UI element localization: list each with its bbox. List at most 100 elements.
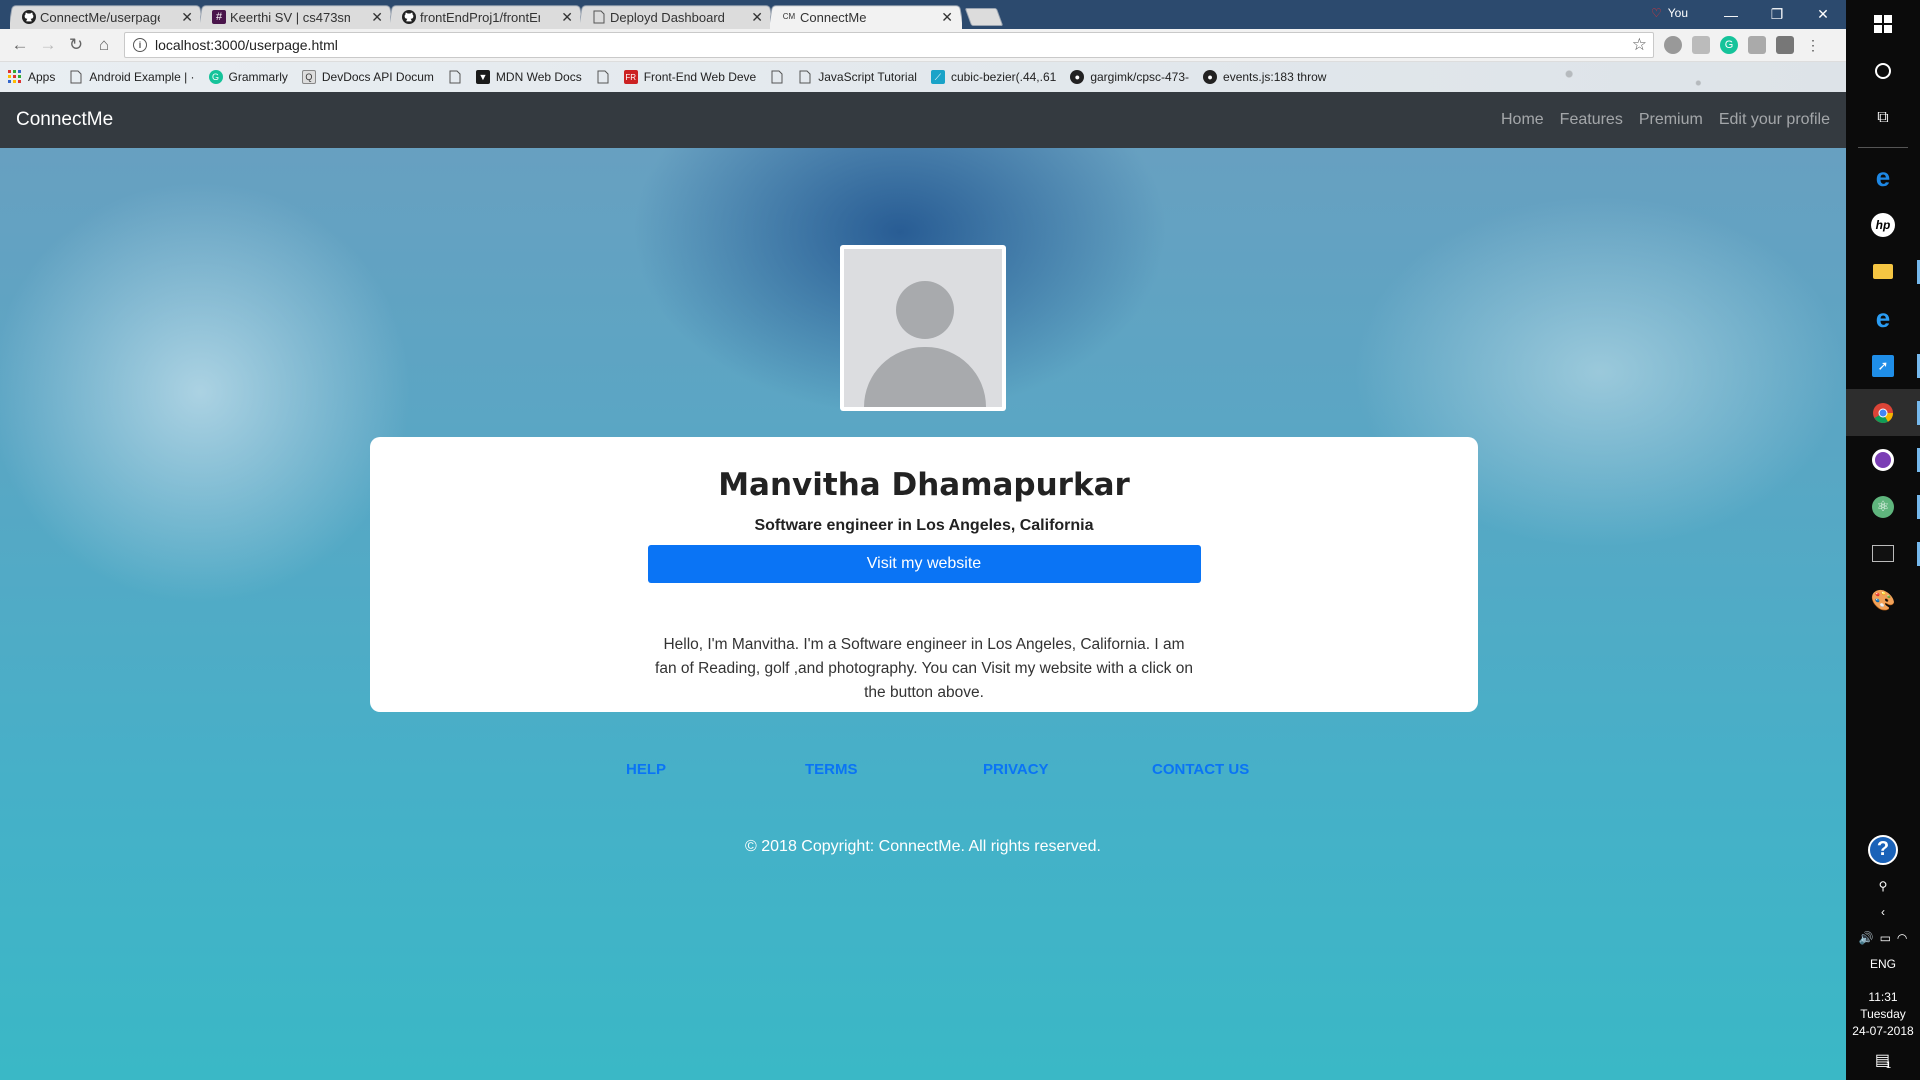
tab-connectme-userpage-js[interactable]: ConnectMe/userpage.js a ✕ — [10, 5, 202, 29]
menu-icon[interactable]: ⋮ — [1804, 36, 1822, 54]
bookmark-apps[interactable]: Apps — [8, 70, 55, 84]
people-icon[interactable]: ⚲ — [1879, 879, 1888, 893]
address-bar[interactable]: i localhost:3000/userpage.html ☆ — [124, 32, 1654, 58]
site-navbar: ConnectMe Home Features Premium Edit you… — [0, 92, 1846, 148]
fr-icon: FR — [623, 70, 638, 84]
info-icon[interactable]: i — [133, 38, 147, 52]
close-icon[interactable]: ✕ — [751, 9, 763, 26]
minimize-button[interactable]: — — [1708, 0, 1754, 29]
restore-button[interactable]: ❐ — [1754, 0, 1800, 29]
atom-icon: ⚛ — [1872, 495, 1894, 518]
bookmark-mdn[interactable]: ▼ MDN Web Docs — [475, 70, 582, 84]
reload-button[interactable]: ↻ — [62, 31, 90, 59]
extension-icon[interactable] — [1692, 36, 1710, 54]
apps-icon — [8, 70, 22, 84]
bookmark-android-example[interactable]: Android Example | · — [69, 70, 195, 84]
clock-day: Tuesday — [1860, 1007, 1906, 1021]
taskbar-app[interactable]: ➚ — [1846, 342, 1920, 389]
tab-connectme[interactable]: CM ConnectMe ✕ — [770, 5, 962, 29]
window-controls: — ❐ ✕ — [1708, 0, 1846, 29]
extension-icon[interactable] — [1776, 36, 1794, 54]
start-button[interactable] — [1846, 0, 1920, 47]
bookmark-cubic-bezier[interactable]: ⟋ cubic-bezier(.44,.61 — [930, 70, 1056, 84]
nav-premium[interactable]: Premium — [1639, 111, 1703, 129]
taskbar-ie[interactable]: e — [1846, 295, 1920, 342]
new-tab-button[interactable] — [964, 8, 1004, 26]
extension-icon[interactable] — [1664, 36, 1682, 54]
battery-icon[interactable]: ▭ — [1880, 931, 1891, 945]
grammarly-icon[interactable]: G — [1720, 36, 1738, 54]
nav-home[interactable]: Home — [1501, 111, 1544, 129]
visit-website-button[interactable]: Visit my website — [647, 545, 1201, 583]
brand-link[interactable]: ConnectMe — [16, 109, 113, 131]
bookmark-label: Apps — [28, 70, 56, 84]
action-center-button[interactable]: ▤ 1 — [1846, 1040, 1920, 1080]
footer-privacy-link[interactable]: PRIVACY — [983, 761, 1049, 778]
devdocs-icon: Q — [301, 70, 316, 84]
forward-button[interactable]: → — [34, 31, 62, 59]
clock-date: 24-07-2018 — [1852, 1024, 1914, 1038]
language-indicator[interactable]: ENG — [1870, 957, 1896, 971]
close-icon[interactable]: ✕ — [181, 9, 193, 26]
close-window-button[interactable]: ✕ — [1800, 0, 1846, 29]
volume-icon[interactable]: 🔊 — [1859, 931, 1874, 945]
footer-help-link[interactable]: HELP — [626, 761, 666, 778]
bookmark-gargimk[interactable]: ● gargimk/cpsc-473- — [1070, 70, 1189, 84]
search-button[interactable] — [1846, 47, 1920, 94]
clock-time: 11:31 — [1868, 990, 1898, 1004]
clock[interactable]: 11:31 Tuesday 24-07-2018 — [1852, 989, 1913, 1040]
profile-button[interactable]: ♡ You — [1651, 6, 1688, 20]
tab-frontendproj[interactable]: frontEndProj1/frontEnd a ✕ — [390, 5, 582, 29]
back-button[interactable]: ← — [6, 31, 34, 59]
taskbar-chrome[interactable] — [1846, 389, 1920, 436]
bookmark-events-js[interactable]: ● events.js:183 throw — [1203, 70, 1326, 84]
taskbar-hp[interactable]: hp — [1846, 201, 1920, 248]
close-icon[interactable]: ✕ — [371, 9, 383, 26]
nav-edit-profile[interactable]: Edit your profile — [1719, 111, 1830, 129]
browser-window: ConnectMe/userpage.js a ✕ # Keerthi SV |… — [0, 0, 1846, 1080]
footer-terms-link[interactable]: TERMS — [805, 761, 858, 778]
taskbar-app-purple[interactable] — [1846, 436, 1920, 483]
bookmark-page[interactable] — [596, 70, 610, 84]
bookmark-devdocs[interactable]: Q DevDocs API Docum — [301, 70, 434, 84]
bookmark-label: Grammarly — [228, 70, 288, 84]
tab-deployd-dashboard[interactable]: Deployd Dashboard ✕ — [580, 5, 772, 29]
taskbar-file-explorer[interactable] — [1846, 248, 1920, 295]
extension-icon[interactable] — [1748, 36, 1766, 54]
help-icon: ? — [1868, 834, 1898, 865]
tab-slack[interactable]: # Keerthi SV | cs473smr Sla ✕ — [200, 5, 392, 29]
bookmark-label: gargimk/cpsc-473- — [1090, 70, 1190, 84]
arrow-right-icon: → — [39, 35, 57, 54]
taskbar-paint[interactable]: 🎨 — [1846, 577, 1920, 624]
taskbar-edge[interactable]: e — [1846, 154, 1920, 201]
bookmark-label: JavaScript Tutorial — [818, 70, 917, 84]
close-icon[interactable]: ✕ — [561, 9, 573, 26]
bookmark-javascript-tutorial[interactable]: JavaScript Tutorial — [798, 70, 917, 84]
task-view-button[interactable]: ⧉ — [1846, 94, 1920, 141]
bookmark-front-end-web-dev[interactable]: FR Front-End Web Deve — [623, 70, 757, 84]
star-icon[interactable]: ☆ — [1632, 35, 1647, 55]
bookmark-label: events.js:183 throw — [1223, 70, 1327, 84]
bookmarks-bar: Apps Android Example | · G Grammarly Q D… — [0, 62, 1846, 92]
github-icon — [402, 10, 416, 24]
taskbar-terminal[interactable] — [1846, 530, 1920, 577]
bookmark-page[interactable] — [448, 70, 462, 84]
bookmark-label: Front-End Web Deve — [643, 70, 757, 84]
taskbar-atom[interactable]: ⚛ — [1846, 483, 1920, 530]
close-icon[interactable]: ✕ — [941, 9, 953, 26]
footer-contact-link[interactable]: CONTACT US — [1152, 761, 1249, 778]
help-button[interactable]: ? — [1846, 826, 1920, 873]
home-button[interactable]: ⌂ — [90, 31, 118, 59]
edge-icon: e — [1875, 162, 1891, 192]
wifi-icon[interactable]: ◠ — [1897, 931, 1907, 945]
github-icon — [22, 10, 36, 24]
chevron-left-icon[interactable]: ‹ — [1881, 905, 1885, 919]
divider — [1858, 147, 1908, 148]
github-icon: ● — [1203, 70, 1218, 84]
github-icon: ● — [1070, 70, 1085, 84]
internet-explorer-icon: e — [1875, 303, 1891, 333]
bookmark-grammarly[interactable]: G Grammarly — [208, 70, 288, 84]
cortana-icon — [1875, 62, 1891, 79]
nav-features[interactable]: Features — [1560, 111, 1623, 129]
bookmark-page[interactable] — [770, 70, 784, 84]
